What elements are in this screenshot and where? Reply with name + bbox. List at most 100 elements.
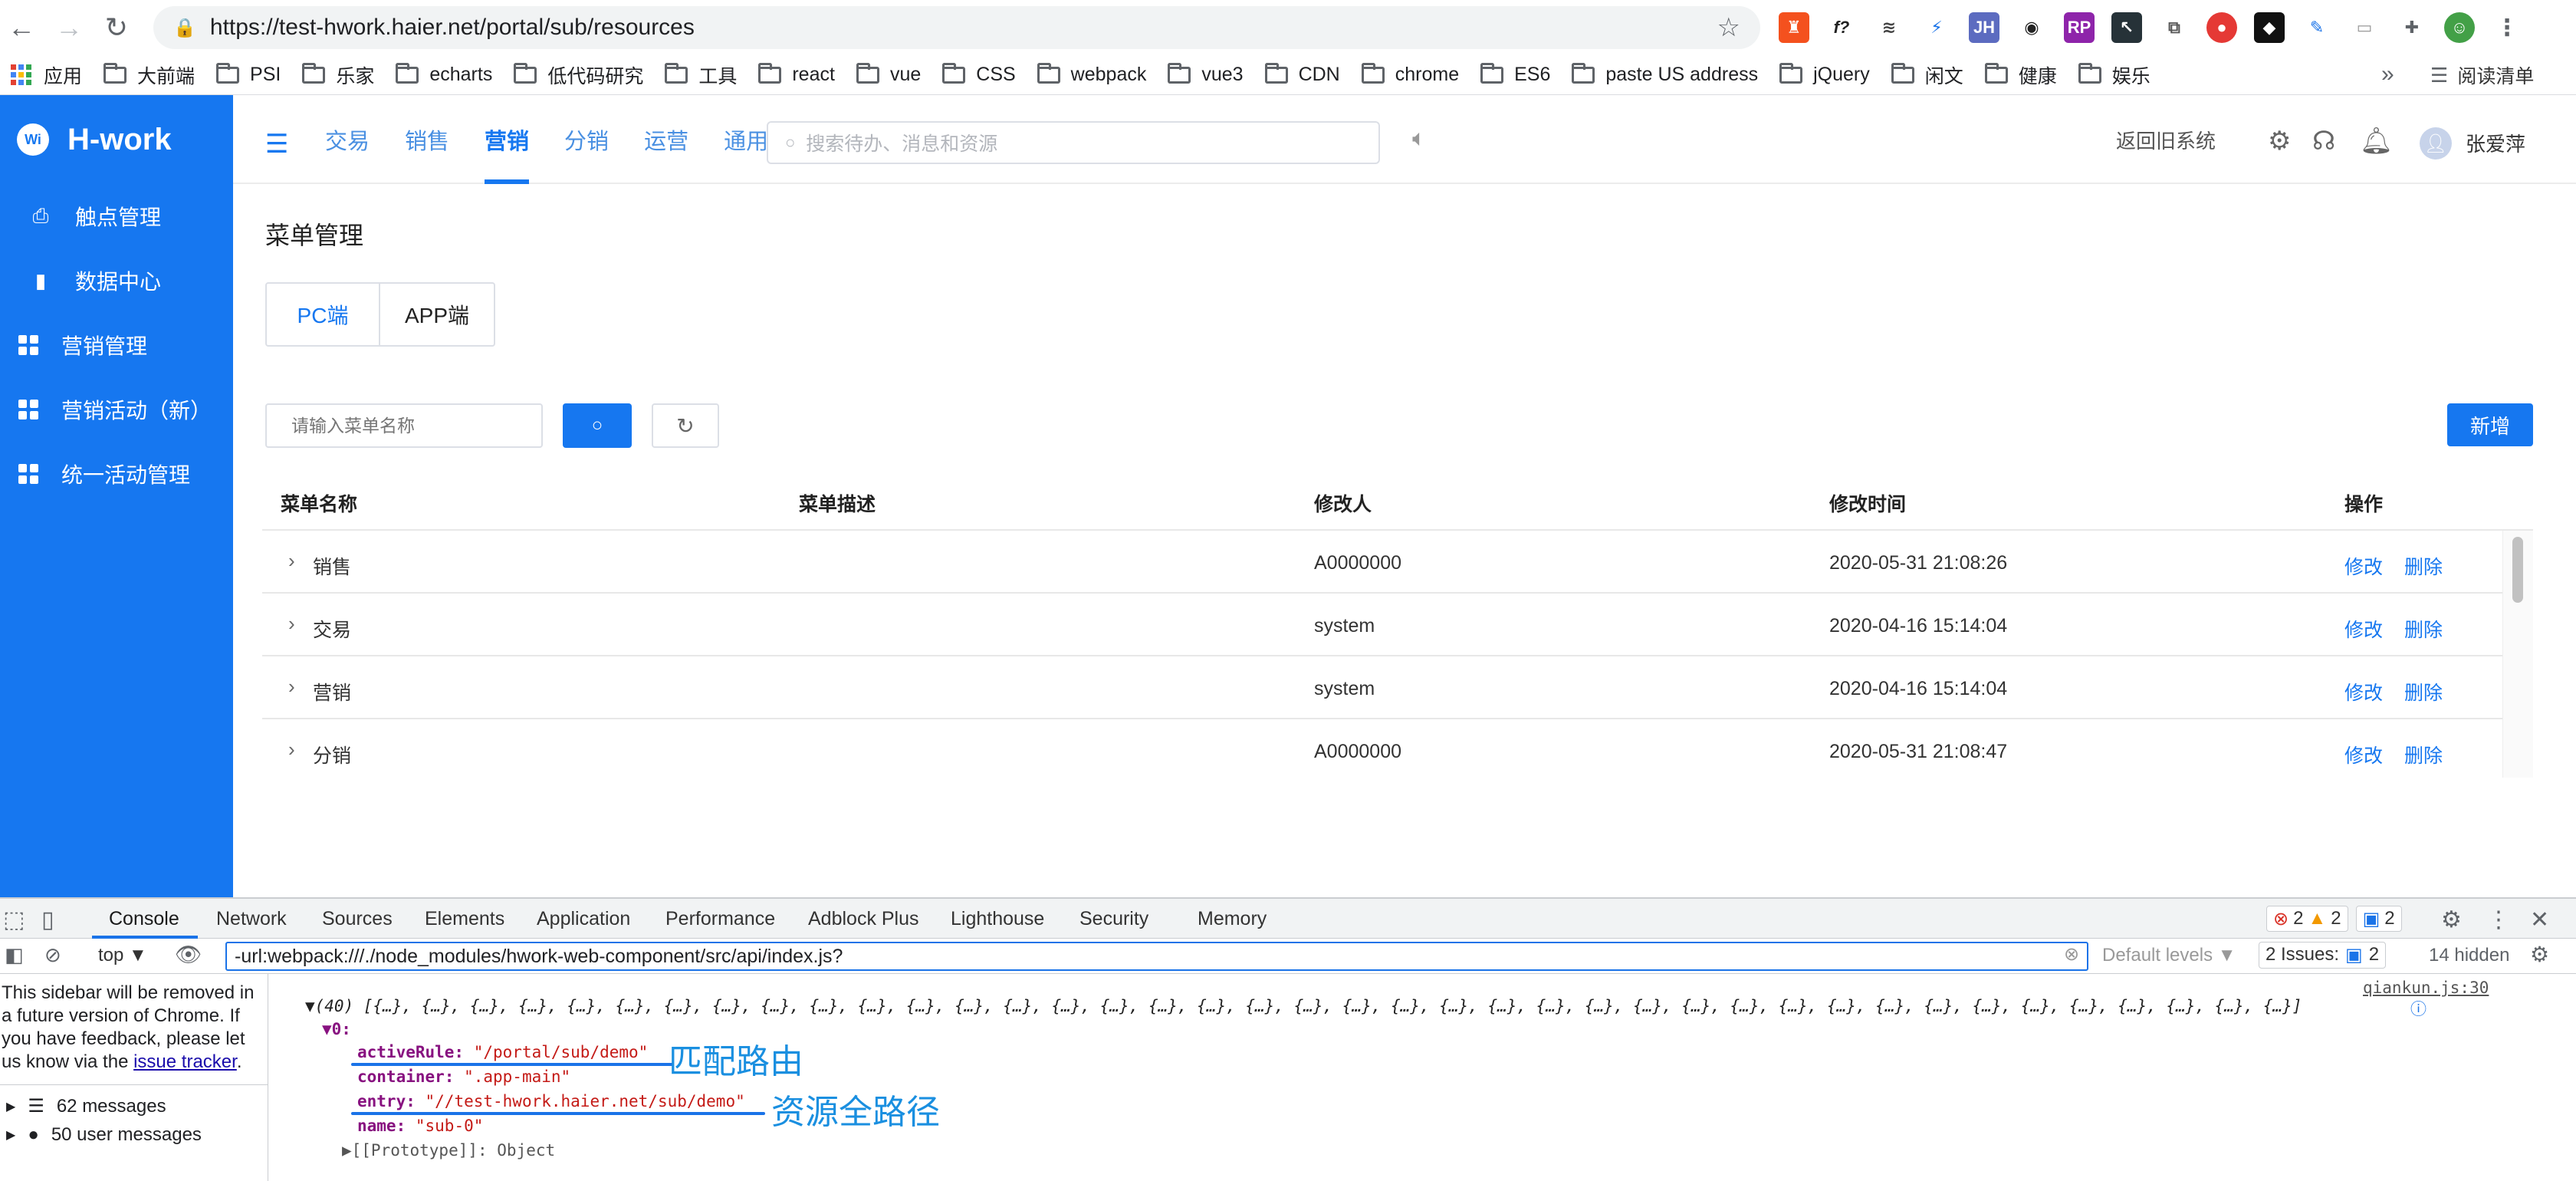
sidebar-item-marketing-management[interactable]: 营销管理	[0, 313, 233, 377]
bookmark-folder[interactable]: CDN	[1264, 62, 1340, 86]
sidebar-item-marketing-activities[interactable]: 营销活动（新）	[0, 377, 233, 442]
inspect-element-icon[interactable]: ⬚	[3, 906, 25, 933]
extension-icon[interactable]: ⚡	[1921, 12, 1952, 43]
bookmark-folder[interactable]: 工具	[665, 61, 737, 89]
source-link[interactable]: qiankun.js:30	[2363, 979, 2489, 997]
extension-icon[interactable]: f?	[1826, 12, 1857, 43]
top-tab-operations[interactable]: 运营	[644, 95, 688, 184]
extension-icon[interactable]: ↖	[2111, 12, 2142, 43]
top-tab-sales[interactable]: 销售	[405, 95, 449, 184]
bell-icon[interactable]: 🔔︎	[2360, 126, 2393, 156]
messages-group[interactable]: ▶ ☰ 62 messages	[6, 1095, 166, 1117]
extension-icon[interactable]: RP	[2064, 12, 2095, 43]
issues-button[interactable]: 2 Issues: ▣ 2	[2259, 942, 2387, 969]
bookmark-folder[interactable]: 乐家	[302, 61, 374, 89]
edit-link[interactable]: 修改	[2344, 741, 2383, 768]
bookmark-folder[interactable]: PSI	[216, 62, 281, 86]
devtools-tab-performance[interactable]: Performance	[665, 908, 775, 930]
delete-link[interactable]: 删除	[2404, 741, 2443, 768]
search-button[interactable]: ○	[563, 403, 632, 448]
delete-link[interactable]: 删除	[2404, 552, 2443, 580]
profile-avatar[interactable]: ☺	[2444, 12, 2475, 43]
forward-icon[interactable]: →	[51, 9, 87, 46]
delete-link[interactable]: 删除	[2404, 615, 2443, 643]
error-count-badge[interactable]: ⊗ 2 ▲ 2	[2266, 906, 2348, 932]
bookmark-folder[interactable]: ES6	[1480, 62, 1550, 86]
menu-name-search-input[interactable]	[265, 403, 543, 448]
devtools-tab-lighthouse[interactable]: Lighthouse	[951, 908, 1044, 930]
extension-icon[interactable]: ◆	[2254, 12, 2285, 43]
log-levels-dropdown[interactable]: Default levels ▼	[2102, 945, 2236, 966]
top-tab-marketing[interactable]: 营销	[485, 95, 530, 184]
settings-gear-icon[interactable]: ⚙	[2268, 126, 2291, 156]
array-index[interactable]: ▼0:	[322, 1020, 351, 1038]
sidebar-toggle-icon[interactable]: ◧	[5, 943, 24, 967]
devtools-tab-sources[interactable]: Sources	[322, 908, 393, 930]
bookmark-apps[interactable]: 应用	[11, 61, 82, 89]
expand-chevron-icon[interactable]: ›	[288, 675, 295, 699]
back-icon[interactable]: ←	[3, 9, 40, 46]
bookmark-star-icon[interactable]: ☆	[1717, 12, 1740, 43]
refresh-button[interactable]: ↻	[652, 403, 719, 448]
clear-console-icon[interactable]: ⊘	[44, 943, 61, 967]
user-name[interactable]: 张爱萍	[2466, 129, 2525, 157]
live-expression-eye-icon[interactable]: 👁︎	[175, 942, 202, 967]
top-tab-trade[interactable]: 交易	[325, 95, 370, 184]
bookmark-folder[interactable]: 低代码研究	[514, 61, 643, 89]
console-filter-input[interactable]	[225, 942, 2088, 971]
menu-collapse-icon[interactable]: ☰	[265, 129, 288, 160]
bookmark-folder[interactable]: echarts	[396, 62, 492, 86]
extension-icon[interactable]: ●	[2206, 12, 2237, 43]
devtools-tab-elements[interactable]: Elements	[425, 908, 504, 930]
add-button[interactable]: 新增	[2447, 403, 2533, 446]
expand-chevron-icon[interactable]: ›	[288, 612, 295, 636]
headset-icon[interactable]: ☊	[2312, 126, 2335, 156]
close-devtools-icon[interactable]: ✕	[2530, 906, 2549, 933]
issue-tracker-link[interactable]: issue tracker	[133, 1051, 237, 1072]
devtools-tab-adblock[interactable]: Adblock Plus	[808, 908, 919, 930]
sidebar-item-data-center[interactable]: ▮ 数据中心	[0, 248, 233, 313]
array-summary[interactable]: ▼(40) [{…}, {…}, {…}, {…}, {…}, {…}, {…}…	[305, 997, 2302, 1015]
logo[interactable]: Wi H-work	[0, 95, 233, 184]
bookmark-folder[interactable]: vue	[856, 62, 921, 86]
avatar[interactable]: 👤︎	[2420, 127, 2452, 160]
table-scrollbar[interactable]	[2502, 531, 2533, 778]
top-tab-general[interactable]: 通用	[724, 95, 768, 184]
devtools-menu-icon[interactable]: ⋮	[2487, 906, 2510, 933]
extension-icon[interactable]: ◉	[2016, 12, 2047, 43]
scrollbar-thumb[interactable]	[2512, 537, 2523, 603]
bookmark-folder[interactable]: chrome	[1361, 62, 1459, 86]
extension-icon[interactable]: ♜	[1779, 12, 1809, 43]
bookmarks-overflow-button[interactable]: »	[2381, 61, 2394, 87]
expand-chevron-icon[interactable]: ›	[288, 738, 295, 762]
bookmark-folder[interactable]: vue3	[1168, 62, 1244, 86]
speaker-icon[interactable]: 🔈︎	[1412, 126, 1426, 152]
bookmark-folder[interactable]: react	[758, 62, 835, 86]
prototype-line[interactable]: ▶[[Prototype]]: Object	[342, 1141, 555, 1160]
bookmark-folder[interactable]: 闲文	[1891, 61, 1963, 89]
edit-link[interactable]: 修改	[2344, 615, 2383, 643]
bookmark-folder[interactable]: 大前端	[104, 61, 195, 89]
devtools-counters[interactable]: ⊗ 2 ▲ 2 ▣ 2	[2266, 906, 2402, 932]
bookmark-folder[interactable]: paste US address	[1572, 62, 1758, 86]
puzzle-icon[interactable]: ✚	[2397, 12, 2427, 43]
tab-pc[interactable]: PC端	[267, 284, 380, 345]
devtools-tab-security[interactable]: Security	[1079, 908, 1148, 930]
global-search-input[interactable]: ○ 搜索待办、消息和资源	[767, 121, 1380, 164]
sidebar-item-unified-activities[interactable]: 统一活动管理	[0, 442, 233, 506]
sidebar-item-touchpoints[interactable]: ⎙ 触点管理	[0, 184, 233, 248]
extension-icon[interactable]: ✎	[2302, 12, 2332, 43]
bookmark-folder[interactable]: 健康	[1984, 61, 2057, 89]
tab-app[interactable]: APP端	[380, 284, 494, 345]
return-old-system-link[interactable]: 返回旧系统	[2116, 126, 2216, 154]
edit-link[interactable]: 修改	[2344, 552, 2383, 580]
devtools-tab-console[interactable]: Console	[109, 908, 179, 930]
top-tab-distribution[interactable]: 分销	[564, 95, 609, 184]
edit-link[interactable]: 修改	[2344, 678, 2383, 706]
extension-icon[interactable]: ▭	[2349, 12, 2380, 43]
devtools-tab-memory[interactable]: Memory	[1198, 908, 1267, 930]
bookmark-folder[interactable]: CSS	[942, 62, 1016, 86]
address-bar[interactable]: 🔒 https://test-hwork.haier.net/portal/su…	[153, 6, 1760, 49]
kebab-menu-icon[interactable]: ⋮	[2492, 12, 2522, 43]
bookmark-folder[interactable]: 娱乐	[2078, 61, 2150, 89]
